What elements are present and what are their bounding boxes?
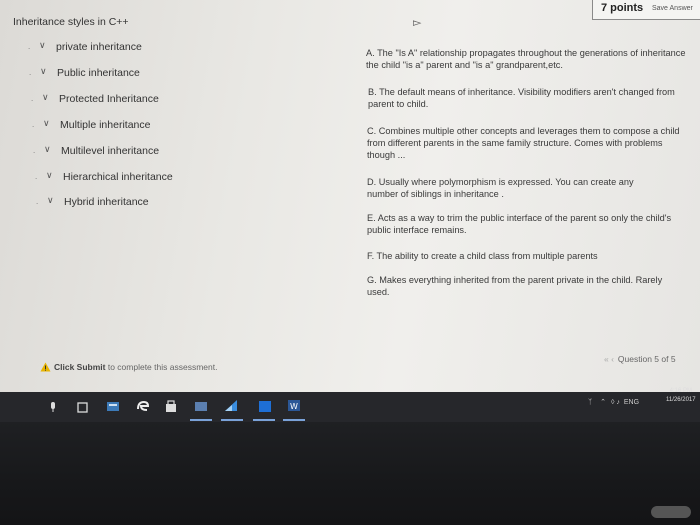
app-icon[interactable] <box>106 400 120 413</box>
task-view-icon[interactable] <box>76 401 90 414</box>
bullet-icon: . <box>31 94 34 103</box>
bullet-icon: . <box>33 146 36 155</box>
app-icon[interactable] <box>258 400 272 413</box>
match-item: . ∨ Hybrid inheritance <box>36 195 149 208</box>
submit-note-text: to complete this assessment. <box>105 362 218 372</box>
match-item-label: Protected Inheritance <box>59 93 159 105</box>
answer-option: F. The ability to create a child class f… <box>367 251 598 261</box>
match-item-label: Hybrid inheritance <box>64 196 149 208</box>
svg-text:W: W <box>290 402 298 411</box>
bullet-icon: . <box>32 120 35 129</box>
submit-link[interactable]: Click Submit <box>54 362 105 372</box>
app-icon[interactable] <box>194 400 208 413</box>
taskbar <box>0 392 700 422</box>
answer-option: A. The "Is A" relationship propagates th… <box>366 48 686 70</box>
monitor-bezel <box>0 422 700 525</box>
match-item: . ∨ private inheritance <box>28 40 142 53</box>
match-item-label: Public inheritance <box>57 67 140 79</box>
chevron-down-icon[interactable]: ∨ <box>39 40 46 51</box>
bullet-icon: . <box>29 68 32 77</box>
clock-time: 4:16 PM <box>669 388 692 394</box>
question-counter: Question 5 of 5 <box>617 354 676 364</box>
active-app-indicator <box>190 419 212 421</box>
app-icon[interactable] <box>224 399 238 412</box>
save-answer-button[interactable]: Save Answer <box>652 5 693 12</box>
language-indicator[interactable]: ENG <box>624 399 639 406</box>
system-tray: ᛉ ⌃ ◊ ♪ ENG <box>588 398 639 406</box>
clock[interactable]: 4:16 PM 11/26/2017 <box>666 387 696 405</box>
clock-date: 11/26/2017 <box>666 397 696 403</box>
volume-icon[interactable]: ♪ <box>616 399 620 406</box>
match-item-label: Hierarchical inheritance <box>63 171 173 183</box>
network-icon[interactable]: ◊ <box>611 399 614 406</box>
question-title: Inheritance styles in C++ <box>13 16 129 28</box>
chevron-down-icon[interactable]: ∨ <box>46 170 53 181</box>
bullet-icon: . <box>35 172 38 181</box>
store-icon[interactable] <box>164 400 178 413</box>
match-item: . ∨ Multiple inheritance <box>32 118 151 131</box>
match-item-label: private inheritance <box>56 41 142 53</box>
active-app-indicator <box>253 419 275 421</box>
match-item: . ∨ Hierarchical inheritance <box>35 170 173 183</box>
answer-option: B. The default means of inheritance. Vis… <box>368 87 675 109</box>
edge-icon[interactable] <box>136 400 150 413</box>
answer-option: E. Acts as a way to trim the public inte… <box>367 213 672 235</box>
chevron-down-icon[interactable]: ∨ <box>40 66 47 77</box>
answer-option: D. Usually where polymorphism is express… <box>367 177 634 199</box>
mouse-cursor-icon: ▻ <box>413 17 422 29</box>
match-item: . ∨ Public inheritance <box>29 66 140 79</box>
answer-option: C. Combines multiple other concepts and … <box>367 126 680 160</box>
chevron-down-icon[interactable]: ∨ <box>47 195 54 206</box>
points-label: 7 points <box>601 2 644 14</box>
prev-question-icon[interactable]: « ‹ <box>604 354 614 364</box>
match-item-label: Multiple inheritance <box>60 119 151 131</box>
active-app-indicator <box>283 419 305 421</box>
answer-option: G. Makes everything inherited from the p… <box>367 275 663 297</box>
chevron-down-icon[interactable]: ∨ <box>44 144 51 155</box>
match-item-label: Multilevel inheritance <box>61 145 160 157</box>
word-icon[interactable]: W <box>287 399 301 412</box>
bullet-icon: . <box>36 197 39 206</box>
microphone-icon[interactable] <box>46 401 60 414</box>
match-item: . ∨ Protected Inheritance <box>31 92 159 105</box>
active-app-indicator <box>221 419 243 421</box>
bullet-icon: . <box>28 42 31 51</box>
chevron-down-icon[interactable]: ∨ <box>42 92 49 103</box>
people-icon[interactable]: ᛉ <box>588 399 592 406</box>
chevron-up-icon[interactable]: ⌃ <box>600 399 606 406</box>
submit-note: Click Submit to complete this assessment… <box>40 362 217 372</box>
question-nav: « ‹ Question 5 of 5 <box>604 354 676 364</box>
browser-viewport: 7 points Save Answer Inheritance styles … <box>0 0 700 392</box>
monitor-logo <box>651 506 691 518</box>
match-item: . ∨ Multilevel inheritance <box>33 144 160 157</box>
chevron-down-icon[interactable]: ∨ <box>43 118 50 129</box>
